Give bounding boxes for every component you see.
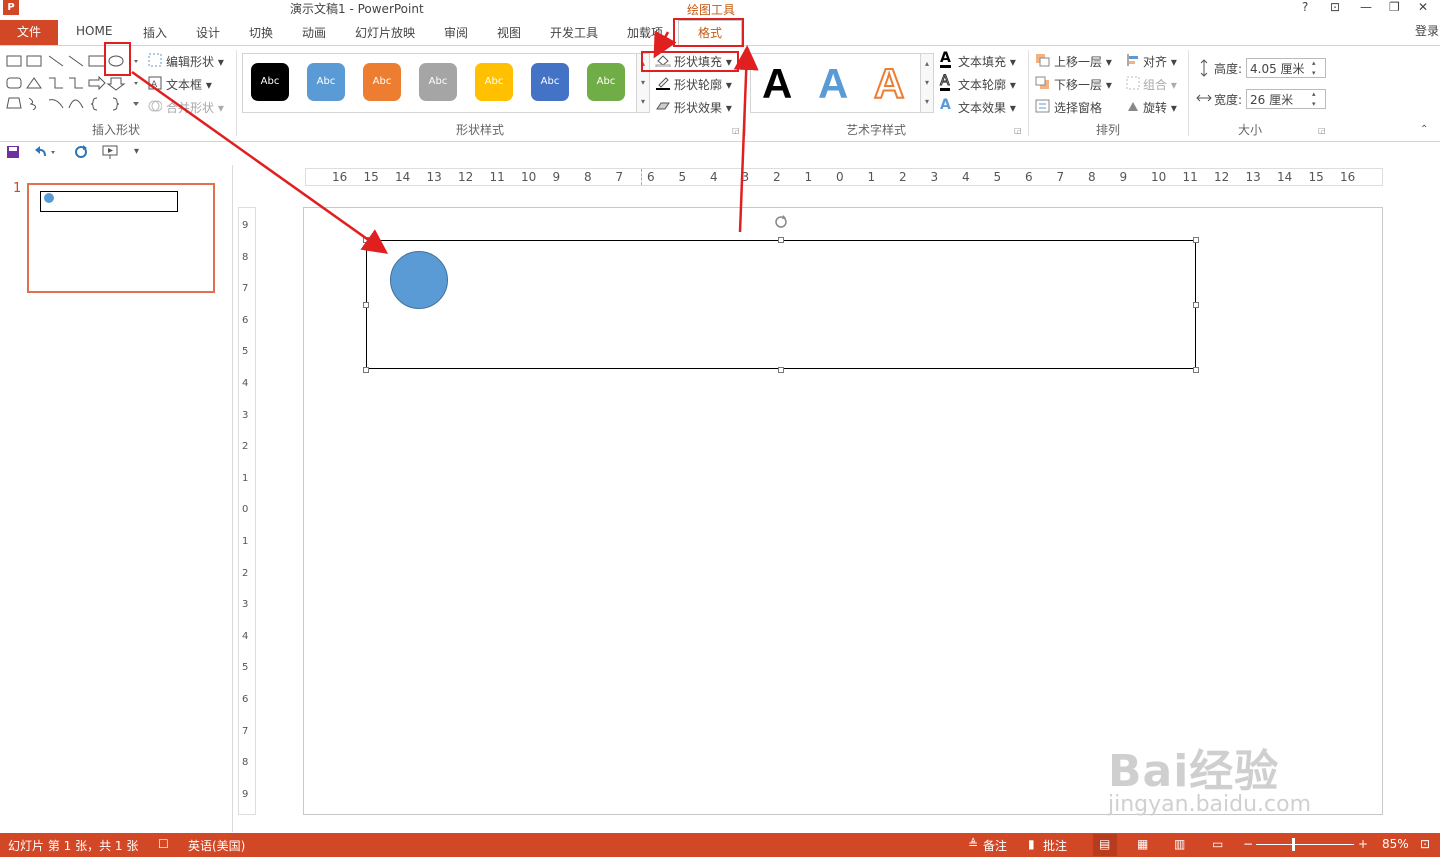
normal-view-icon[interactable]: ▤ [1099, 837, 1110, 851]
annotation-box-format-tab [673, 18, 744, 47]
comments-icon: ▮ [1028, 837, 1035, 851]
slide-sorter-icon[interactable]: ▦ [1137, 837, 1148, 851]
slide-count-status: 幻灯片 第 1 张，共 1 张 [8, 839, 139, 853]
zoom-level[interactable]: 85% [1382, 837, 1409, 851]
comments-button[interactable]: 批注 [1043, 837, 1067, 854]
spell-check-icon[interactable]: ☐ [158, 837, 169, 851]
baidu-watermark-url: jingyan.baidu.com [1108, 792, 1312, 817]
language-status[interactable]: 英语(美国) [188, 837, 245, 854]
zoom-slider-thumb[interactable] [1292, 838, 1295, 851]
baidu-watermark-logo: Bai经验 [1108, 746, 1280, 797]
notes-button[interactable]: 备注 [983, 837, 1007, 854]
slideshow-view-icon[interactable]: ▭ [1212, 837, 1223, 851]
notes-icon: ≜ [968, 837, 979, 851]
reading-view-icon[interactable]: ▥ [1174, 837, 1185, 851]
fit-to-window-icon[interactable]: ⊡ [1420, 837, 1430, 851]
status-bar: 幻灯片 第 1 张，共 1 张 ☐ 英语(美国) ≜ 备注 ▮ 批注 ▤ ▦ ▥… [0, 833, 1440, 857]
zoom-slider-track[interactable] [1256, 844, 1354, 845]
annotation-arrows [131, 30, 759, 254]
zoom-in-icon[interactable]: + [1358, 837, 1368, 851]
zoom-out-icon[interactable]: − [1243, 837, 1253, 851]
